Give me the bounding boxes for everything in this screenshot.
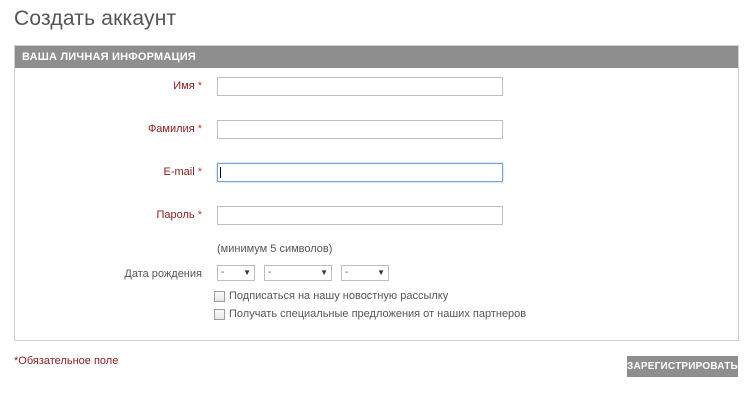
dropdown-arrow-icon: ▼ (377, 268, 385, 277)
required-field-note: *Обязательное поле (14, 355, 119, 367)
password-hint: (минимум 5 символов) (217, 243, 333, 255)
required-marker: * (197, 166, 202, 178)
last-name-label-text: Фамилия (147, 123, 195, 135)
email-row: E-mail * (15, 163, 738, 183)
last-name-row: Фамилия * (15, 120, 738, 140)
email-input[interactable] (217, 163, 503, 182)
password-input[interactable] (217, 206, 503, 225)
page-title: Создать аккаунт (14, 7, 177, 30)
birth-year-select[interactable]: - ▼ (341, 265, 389, 281)
birth-day-value: - (221, 267, 225, 278)
section-header: ВАША ЛИЧНАЯ ИНФОРМАЦИЯ (15, 46, 738, 68)
password-label: Пароль * (156, 209, 202, 221)
text-caret (220, 167, 221, 178)
dropdown-arrow-icon: ▼ (243, 268, 251, 277)
birth-day-select[interactable]: - ▼ (217, 265, 255, 281)
first-name-label: Имя * (173, 80, 202, 92)
partners-checkbox[interactable] (214, 309, 225, 320)
email-label-text: E-mail (163, 166, 195, 178)
password-row: Пароль * (15, 206, 738, 226)
birth-date-label: Дата рождения (124, 268, 202, 280)
first-name-input[interactable] (217, 77, 503, 96)
required-marker: * (197, 209, 202, 221)
last-name-input[interactable] (217, 120, 503, 139)
required-marker: * (197, 123, 202, 135)
birth-year-value: - (345, 267, 349, 278)
birth-date-row: Дата рождения - ▼ - ▼ - ▼ (15, 265, 738, 285)
required-marker: * (197, 80, 202, 92)
birth-month-select[interactable]: - ▼ (264, 265, 332, 281)
email-label: E-mail * (163, 166, 202, 178)
newsletter-label: Подписаться на нашу новостную рассылку (229, 290, 449, 302)
dropdown-arrow-icon: ▼ (320, 268, 328, 277)
partners-label: Получать специальные предложения от наши… (229, 308, 527, 320)
last-name-label: Фамилия * (148, 123, 202, 135)
password-label-text: Пароль (156, 209, 195, 221)
personal-info-panel: ВАША ЛИЧНАЯ ИНФОРМАЦИЯ Имя * Фамилия * E… (14, 45, 739, 341)
newsletter-checkbox[interactable] (214, 291, 225, 302)
first-name-label-text: Имя (173, 80, 195, 92)
create-account-page: Создать аккаунт ВАША ЛИЧНАЯ ИНФОРМАЦИЯ И… (0, 0, 750, 403)
register-button[interactable]: ЗАРЕГИСТРИРОВАТЬ (627, 356, 738, 377)
first-name-row: Имя * (15, 77, 738, 97)
birth-month-value: - (268, 267, 272, 278)
